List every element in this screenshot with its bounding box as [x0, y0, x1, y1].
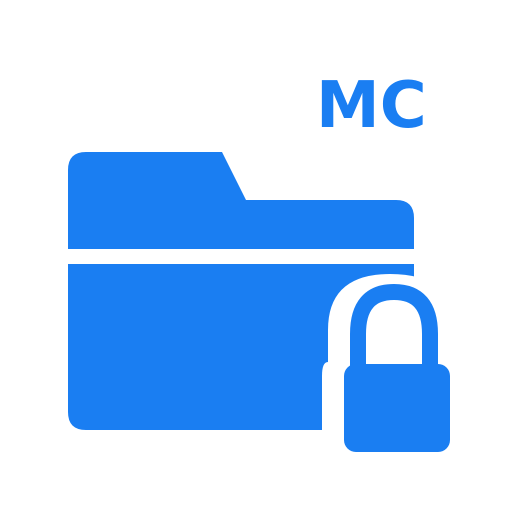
app-icon: MC: [0, 0, 512, 512]
padlock-body: [344, 364, 450, 452]
folder-top: [68, 152, 414, 249]
badge-text: MC: [316, 69, 427, 143]
locked-folder-icon: [68, 152, 470, 462]
